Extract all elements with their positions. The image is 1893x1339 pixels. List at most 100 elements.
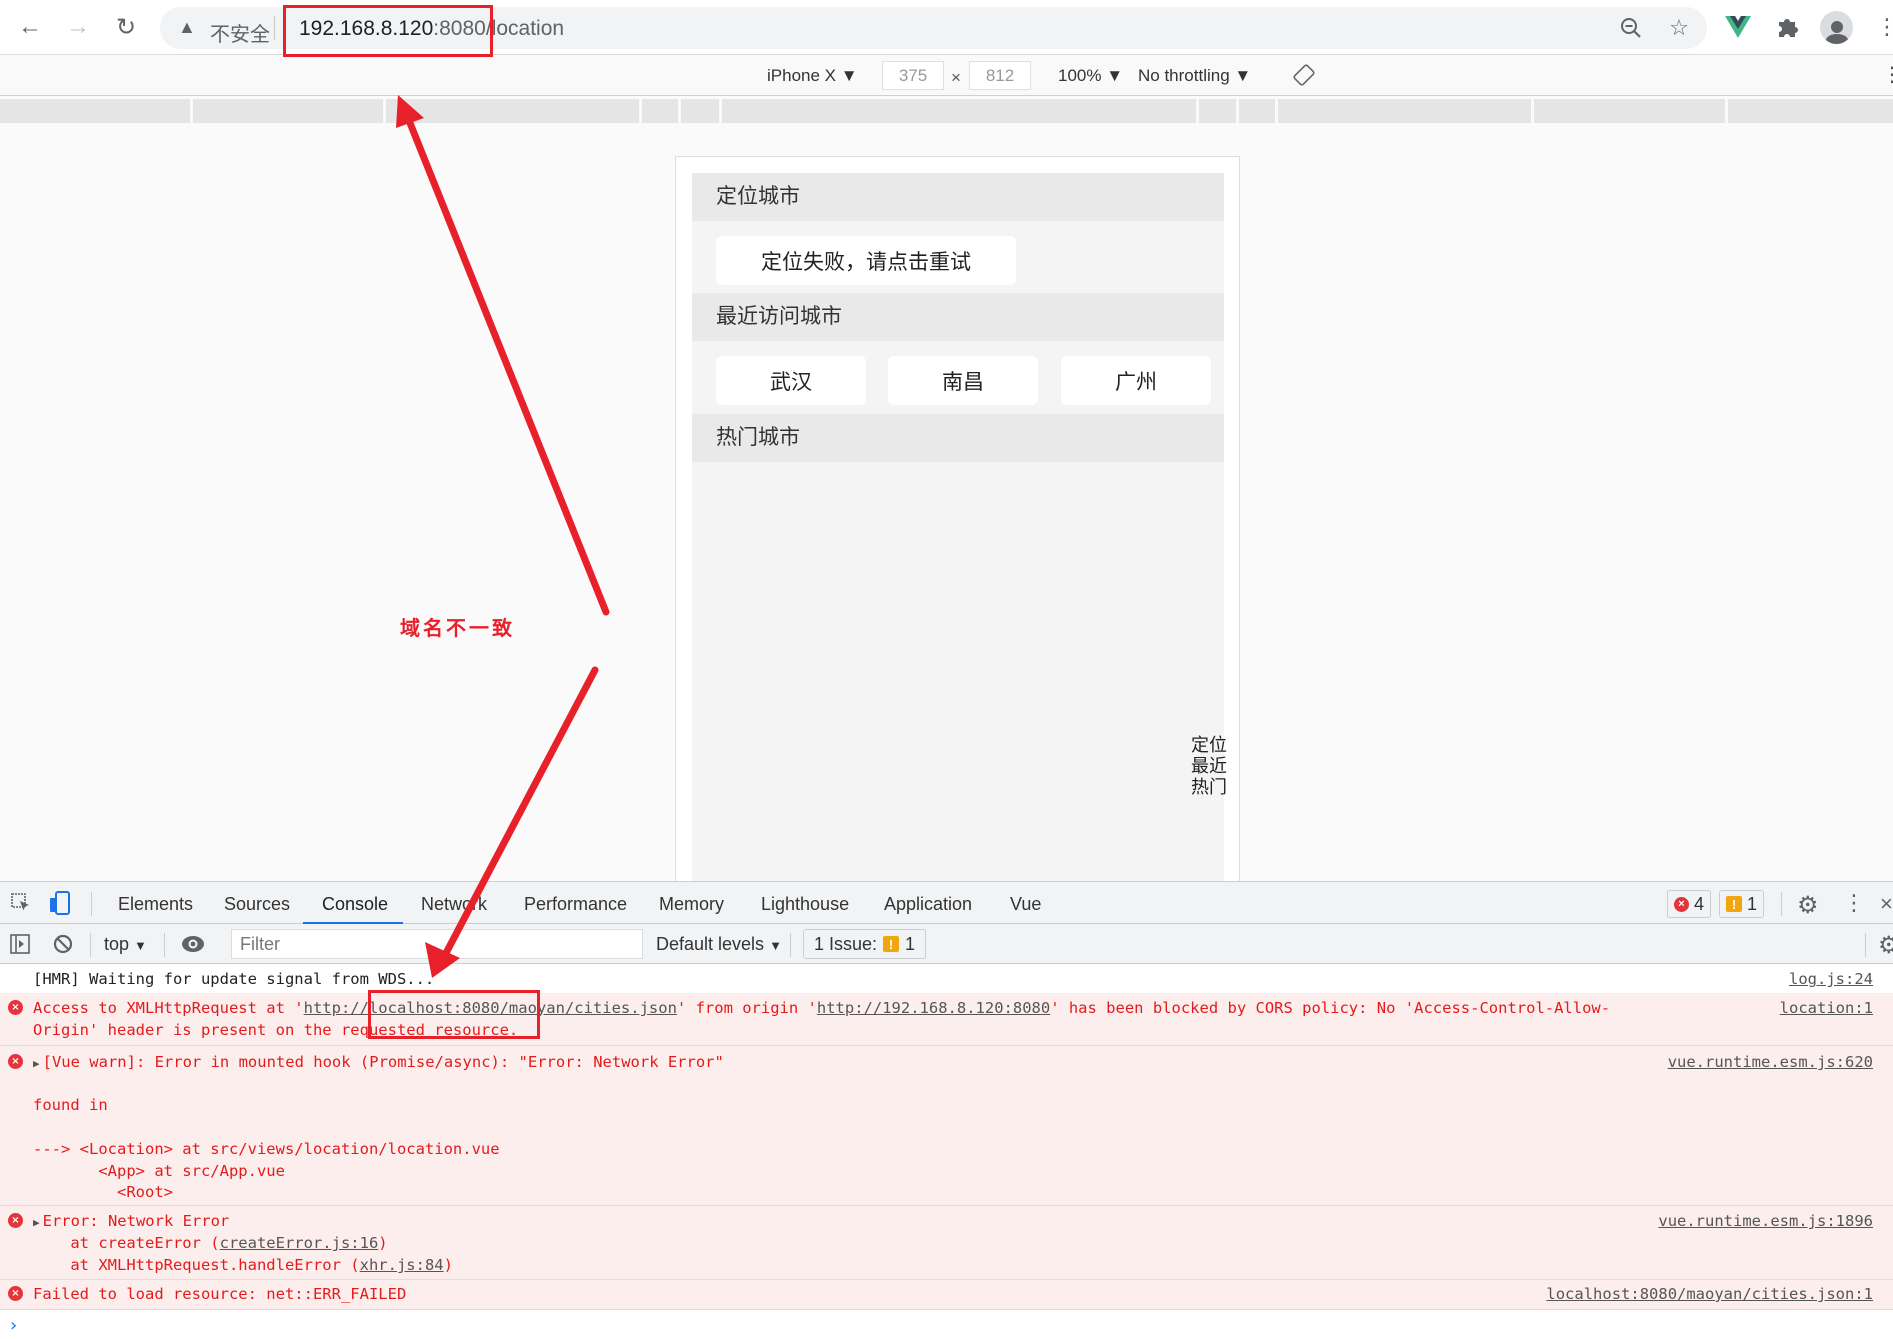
device-select[interactable]: iPhone X ▼ <box>767 66 858 86</box>
tab-application[interactable]: Application <box>884 894 972 915</box>
console-message-error: × ▶ Error: Network Error at createError (… <box>0 1206 1893 1280</box>
found-in-label: found in <box>33 1096 108 1114</box>
sidebar-toggle-icon[interactable] <box>9 933 31 955</box>
ruler-divider <box>719 99 722 123</box>
throttling-select[interactable]: No throttling ▼ <box>1138 66 1251 86</box>
tab-console[interactable]: Console <box>322 894 388 915</box>
warning-icon: ▲ <box>178 17 196 37</box>
device-toolbar-menu-icon[interactable]: ⋮ <box>1882 62 1893 87</box>
recent-city-button[interactable]: 武汉 <box>716 356 866 405</box>
kebab-menu-icon[interactable]: ⋮ <box>1872 12 1893 42</box>
ruler-divider <box>1236 99 1239 123</box>
location-page: 定位城市 定位失败，请点击重试 最近访问城市 武汉 南昌 广州 热门城市 <box>692 173 1224 884</box>
error-count: 4 <box>1694 893 1705 914</box>
message-text[interactable]: ▶ [Vue warn]: Error in mounted hook (Prom… <box>33 1051 724 1075</box>
stack-source-link[interactable]: xhr.js:84 <box>360 1256 444 1274</box>
caret-down-icon: ▼ <box>769 938 782 953</box>
log-levels-select[interactable]: Default levels ▼ <box>656 934 782 955</box>
message-text: Failed to load resource: net::ERR_FAILED <box>33 1285 407 1303</box>
tab-vue[interactable]: Vue <box>1010 894 1041 915</box>
component-trace-line: <Root> <box>33 1183 173 1201</box>
console-output: [HMR] Waiting for update signal from WDS… <box>0 964 1893 1339</box>
device-viewport: 定位城市 定位失败，请点击重试 最近访问城市 武汉 南昌 广州 热门城市 <box>675 156 1240 884</box>
context-select[interactable]: top ▼ <box>104 934 147 955</box>
width-input[interactable]: 375 <box>882 61 944 90</box>
source-link[interactable]: localhost:8080/maoyan/cities.json:1 <box>1546 1283 1873 1305</box>
issues-button[interactable]: 1 Issue:! 1 <box>803 929 927 959</box>
text-segment: Access to XMLHttpRequest at ' <box>33 999 304 1017</box>
toolbar-divider <box>90 933 91 957</box>
recent-city-button[interactable]: 南昌 <box>888 356 1038 405</box>
clear-console-icon[interactable] <box>52 933 74 955</box>
zoom-out-icon[interactable] <box>1618 15 1644 41</box>
inspect-element-icon[interactable] <box>10 892 32 914</box>
console-message-error: × ▶ [Vue warn]: Error in mounted hook (Pr… <box>0 1046 1893 1206</box>
index-nav-item[interactable]: 定位 <box>1191 735 1227 756</box>
bookmark-star-icon[interactable]: ☆ <box>1666 15 1692 41</box>
text-segment: ' has been blocked by CORS policy: No 'A… <box>1050 999 1611 1017</box>
caret-down-icon: ▼ <box>134 938 147 953</box>
toolbar-divider <box>91 892 92 916</box>
error-icon: × <box>8 1286 23 1301</box>
live-expression-eye-icon[interactable] <box>180 933 206 955</box>
origin-url-link[interactable]: http://192.168.8.120:8080 <box>817 999 1050 1017</box>
tab-lighthouse[interactable]: Lighthouse <box>761 894 849 915</box>
console-filter-input[interactable]: Filter <box>231 929 643 959</box>
screenshot-root: ← → ↻ ▲ 不安全 192.168.8.120:8080/location … <box>0 0 1893 1339</box>
recent-city-button[interactable]: 广州 <box>1061 356 1211 405</box>
message-text[interactable]: ▶ Error: Network Error <box>33 1210 229 1234</box>
console-message-log: [HMR] Waiting for update signal from WDS… <box>0 964 1893 994</box>
expand-triangle-icon[interactable]: ▶ <box>33 1057 40 1070</box>
context-value: top <box>104 934 130 954</box>
tab-network[interactable]: Network <box>421 894 487 915</box>
vue-devtools-icon[interactable] <box>1723 12 1753 42</box>
expand-triangle-icon[interactable]: ▶ <box>33 1216 40 1229</box>
source-link[interactable]: vue.runtime.esm.js:620 <box>1668 1051 1873 1073</box>
tab-memory[interactable]: Memory <box>659 894 724 915</box>
back-icon[interactable]: ← <box>15 12 45 42</box>
error-icon: × <box>8 1000 23 1015</box>
ruler-divider <box>678 99 681 123</box>
toolbar-divider <box>164 933 165 957</box>
text-segment: ' from origin ' <box>676 999 817 1017</box>
console-settings-gear-icon[interactable]: ⚙ <box>1878 931 1893 960</box>
profile-avatar-icon[interactable] <box>1820 11 1853 44</box>
close-devtools-icon[interactable]: × <box>1880 891 1893 917</box>
text-segment: ) <box>378 1234 388 1252</box>
forward-icon[interactable]: → <box>63 12 93 42</box>
tab-performance[interactable]: Performance <box>524 894 627 915</box>
stack-source-link[interactable]: createError.js:16 <box>220 1234 379 1252</box>
extensions-puzzle-icon[interactable] <box>1772 12 1802 42</box>
annotation-label: 域名不一致 <box>400 616 515 640</box>
index-nav-item[interactable]: 热门 <box>1191 777 1227 798</box>
tab-elements[interactable]: Elements <box>118 894 193 915</box>
caret-down-icon: ▼ <box>1106 66 1124 85</box>
tab-sources[interactable]: Sources <box>224 894 290 915</box>
devtools-menu-icon[interactable]: ⋮ <box>1843 890 1865 916</box>
source-link[interactable]: vue.runtime.esm.js:1896 <box>1658 1210 1873 1232</box>
zoom-value: 100% <box>1058 66 1102 85</box>
source-link[interactable]: log.js:24 <box>1789 968 1873 990</box>
zoom-select[interactable]: 100% ▼ <box>1058 66 1123 86</box>
device-toggle-icon[interactable] <box>48 890 72 916</box>
text-segment: Error: Network Error <box>42 1212 230 1230</box>
locate-retry-button[interactable]: 定位失败，请点击重试 <box>716 236 1016 285</box>
media-query-bar[interactable] <box>0 99 1893 123</box>
issues-label: 1 Issue: <box>814 933 878 954</box>
warning-count-badge[interactable]: ! 1 <box>1719 890 1765 918</box>
reload-icon[interactable]: ↻ <box>111 12 141 42</box>
security-label[interactable]: 不安全 <box>210 18 270 47</box>
message-text: [HMR] Waiting for update signal from WDS… <box>33 970 435 988</box>
height-input[interactable]: 812 <box>969 61 1031 90</box>
device-toolbar: iPhone X ▼ 375 × 812 100% ▼ No throttlin… <box>0 56 1893 96</box>
ruler-divider <box>1196 99 1199 123</box>
index-nav-item[interactable]: 最近 <box>1191 756 1227 777</box>
error-count-badge[interactable]: × 4 <box>1667 890 1712 918</box>
throttling-value: No throttling <box>1138 66 1230 85</box>
source-link[interactable]: location:1 <box>1780 997 1873 1019</box>
component-trace-line: <App> at src/App.vue <box>33 1162 285 1180</box>
rotate-icon[interactable] <box>1292 63 1316 92</box>
console-prompt[interactable]: › <box>10 1315 17 1336</box>
settings-gear-icon[interactable]: ⚙ <box>1797 891 1819 920</box>
annotation-box-url <box>283 5 493 57</box>
